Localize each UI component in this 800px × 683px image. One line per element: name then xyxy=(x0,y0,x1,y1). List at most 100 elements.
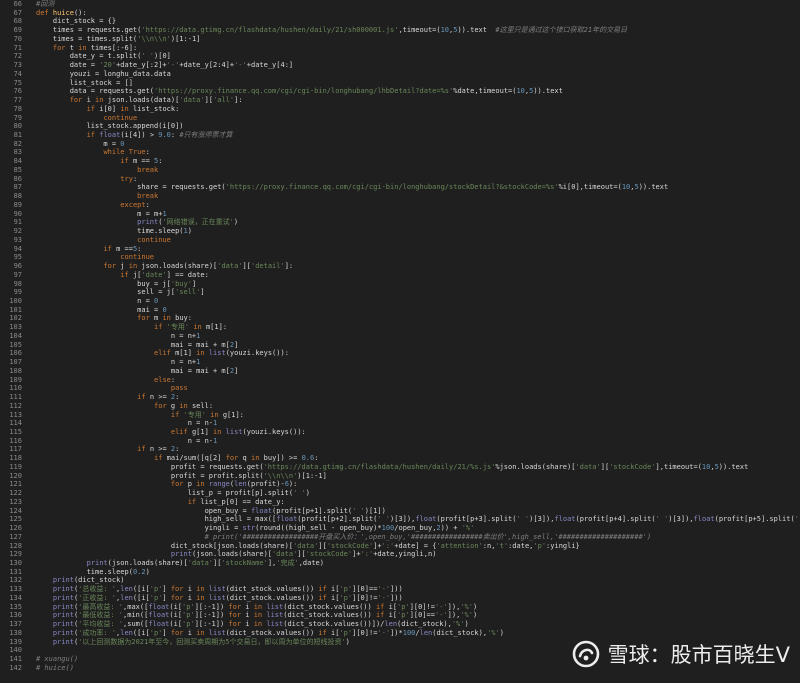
watermark-text: 雪球：股市百晓生V xyxy=(607,643,790,667)
code-token: '正收益: ' xyxy=(78,593,117,602)
line-number: 142 xyxy=(9,663,22,672)
code-token: n = n+ xyxy=(36,331,197,340)
code-line[interactable]: 79 continue xyxy=(0,114,800,123)
line-number: 93 xyxy=(13,235,22,244)
code-line[interactable]: 70 times = times.split('\\n\\n')[1:-1] xyxy=(0,35,800,44)
code-token: 'p' xyxy=(339,585,353,594)
code-line[interactable]: 117 if n >= 2: xyxy=(0,445,800,454)
code-line[interactable]: 91 print('网络错误，正在重试') xyxy=(0,218,800,227)
code-line[interactable]: 107 n = n+1 xyxy=(0,358,800,367)
code-line[interactable]: 127 # print('##################开盘买入价：',o… xyxy=(0,533,800,542)
code-token: ][0]!= xyxy=(352,628,378,637)
code-line[interactable]: 135 print('最高收益: ',max([float(i['p'][:-1… xyxy=(0,603,800,612)
code-token: ' ' xyxy=(377,515,391,524)
code-line[interactable]: 98 buy = j['buy'] xyxy=(0,280,800,289)
code-line[interactable]: 81 if float(i[4]) > 9.0: #只有涨停票才算 xyxy=(0,131,800,140)
code-line[interactable]: 115 elif g[1] in list(youzi.keys()): xyxy=(0,428,800,437)
code-line[interactable]: 90 m = m+1 xyxy=(0,210,800,219)
code-line[interactable]: 87 share = requests.get('https://proxy.f… xyxy=(0,183,800,192)
code-token: (dict_stock.values()) xyxy=(225,593,319,602)
code-line[interactable]: 84 if m == 5: xyxy=(0,157,800,166)
code-line[interactable]: 112 for g in sell: xyxy=(0,402,800,411)
code-line[interactable]: 72 date_y = t.split(' ')[0] xyxy=(0,52,800,61)
code-line[interactable]: 104 n = n+1 xyxy=(0,332,800,341)
code-line[interactable]: 82 m = 0 xyxy=(0,140,800,149)
code-line[interactable]: 136 print('最低收益: ',min([float(i['p'][:-1… xyxy=(0,611,800,620)
code-text: mai = mai + m[2] xyxy=(36,341,800,350)
code-line[interactable]: 132 print(dict_stock) xyxy=(0,576,800,585)
code-line[interactable]: 121 for p in range(len(profit)-6): xyxy=(0,480,800,489)
code-text: m = m+1 xyxy=(36,210,800,219)
code-token: def xyxy=(36,8,53,17)
code-line[interactable]: 137 print('平均收益: ',sum([float(i['p'][:-1… xyxy=(0,620,800,629)
code-line[interactable]: 85 break xyxy=(0,166,800,175)
code-line[interactable]: 92 time.sleep(1) xyxy=(0,227,800,236)
code-line[interactable]: 95 continue xyxy=(0,253,800,262)
code-line[interactable]: 119 profit = requests.get('https://data.… xyxy=(0,463,800,472)
code-line[interactable]: 68 dict_stock = {} xyxy=(0,17,800,26)
code-line[interactable]: 128 dict_stock[json.loads(share)['data']… xyxy=(0,542,800,551)
code-line[interactable]: 80 list_stock.append(i[0]) xyxy=(0,122,800,131)
code-line[interactable]: 111 if n >= 2: xyxy=(0,393,800,402)
code-line[interactable]: 106 elif m[1] in list(youzi.keys()): xyxy=(0,349,800,358)
code-line[interactable]: 73 date = '20'+date_y[:2]+'-'+date_y[2:4… xyxy=(0,61,800,70)
code-line[interactable]: 94 if m ==5: xyxy=(0,245,800,254)
code-text: sell = j['sell'] xyxy=(36,288,800,297)
code-line[interactable]: 77 for i in json.loads(data)['data']['al… xyxy=(0,96,800,105)
code-line[interactable]: 113 if '专用' in g[1]: xyxy=(0,411,800,420)
code-token: 'https://proxy.finance.qq.com/cgi/cgi-bi… xyxy=(225,183,559,192)
code-line[interactable]: 129 print(json.loads(share)['data']['sto… xyxy=(0,550,800,559)
code-line[interactable]: 76 data = requests.get('https://proxy.fi… xyxy=(0,87,800,96)
code-line[interactable]: 99 sell = j['sell'] xyxy=(0,288,800,297)
code-line[interactable]: 83 while True: xyxy=(0,148,800,157)
code-line[interactable]: 120 profit = profit.split('\\n\\n')[1:-1… xyxy=(0,472,800,481)
code-line[interactable]: 69 times = requests.get('https://data.gt… xyxy=(0,26,800,35)
code-line[interactable]: 116 n = n-1 xyxy=(0,437,800,446)
code-token: %json.loads(share)[ xyxy=(495,462,576,471)
code-line[interactable]: 75 list_stock = [] xyxy=(0,79,800,88)
code-line[interactable]: 71 for t in times[:-6]: xyxy=(0,44,800,53)
code-line[interactable]: 126 yingli = str(round((high_sell - open… xyxy=(0,524,800,533)
code-line[interactable]: 131 time.sleep(0.2) xyxy=(0,568,800,577)
code-line[interactable]: 88 break xyxy=(0,192,800,201)
code-token: m = xyxy=(36,139,121,148)
code-line[interactable]: 66 #回测 xyxy=(0,0,800,9)
code-line[interactable]: 130 print(json.loads(share)['data']['sto… xyxy=(0,559,800,568)
code-token: list xyxy=(266,611,284,620)
code-line[interactable]: 110 pass xyxy=(0,384,800,393)
code-line[interactable]: 108 mai = mai + m[2] xyxy=(0,367,800,376)
code-line[interactable]: 89 except: xyxy=(0,201,800,210)
code-line[interactable]: 74 youzi = longhu_data.data xyxy=(0,70,800,79)
code-line[interactable]: 103 if '专用' in m[1]: xyxy=(0,323,800,332)
code-line[interactable]: 124 open_buy = float(profit[p+1].split('… xyxy=(0,507,800,516)
code-token: for xyxy=(103,262,121,271)
code-editor[interactable]: 66 #回测 67 def huice(): 68 dict_stock = {} 69 … xyxy=(0,0,800,683)
code-line[interactable]: 114 n = n-1 xyxy=(0,419,800,428)
code-token: g[1]: xyxy=(222,410,244,419)
code-line[interactable]: 125 high_sell = max([float(profit[p+2].s… xyxy=(0,515,800,524)
code-line[interactable]: 96 for j in json.loads(share)['data']['d… xyxy=(0,262,800,271)
code-token: in xyxy=(95,96,108,105)
code-line[interactable]: 67 def huice(): xyxy=(0,9,800,18)
code-line[interactable]: 102 for m in buy: xyxy=(0,314,800,323)
code-token: )[3]), xyxy=(668,515,694,524)
code-line[interactable]: 86 try: xyxy=(0,175,800,184)
code-line[interactable]: 97 if j['date'] == date: xyxy=(0,271,800,280)
code-line[interactable]: 93 continue xyxy=(0,236,800,245)
code-line[interactable]: 105 mai = mai + m[2] xyxy=(0,341,800,350)
code-line[interactable]: 134 print('正收益: ',len([i['p'] for i in l… xyxy=(0,594,800,603)
code-text: if i[0] in list_stock: xyxy=(36,105,800,114)
code-line[interactable]: 109 else: xyxy=(0,376,800,385)
code-line[interactable]: 138 print('成功率: ',len([i['p'] for i in l… xyxy=(0,629,800,638)
code-text: continue xyxy=(36,236,800,245)
code-line[interactable]: 100 n = 0 xyxy=(0,297,800,306)
code-line[interactable]: 123 if list_p[0] == date_y: xyxy=(0,498,800,507)
code-token: '总收益: ' xyxy=(78,585,117,594)
code-token: :date, xyxy=(508,541,534,550)
code-line[interactable]: 101 mai = 0 xyxy=(0,306,800,315)
code-line[interactable]: 122 list_p = profit[p].split(' ') xyxy=(0,489,800,498)
code-line[interactable]: 118 if mai/sum([q[2] for q in buy]) >= 0… xyxy=(0,454,800,463)
code-line[interactable]: 133 print('总收益: ',len([i['p'] for i in l… xyxy=(0,585,800,594)
code-token: ][ xyxy=(297,550,306,559)
code-line[interactable]: 78 if i[0] in list_stock: xyxy=(0,105,800,114)
